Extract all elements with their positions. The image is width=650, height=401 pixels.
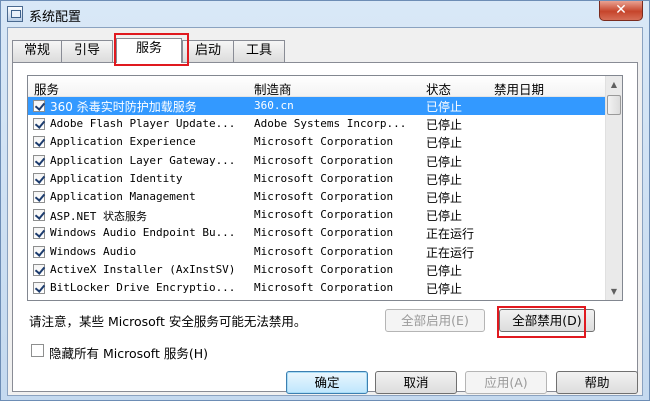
service-name: Application Experience bbox=[50, 135, 196, 149]
list-header: 服务 制造商 状态 禁用日期 bbox=[28, 76, 606, 97]
service-checkbox[interactable] bbox=[33, 190, 45, 203]
service-status: 已停止 bbox=[426, 154, 463, 169]
service-status: 正在运行 bbox=[426, 227, 475, 242]
service-checkbox[interactable] bbox=[33, 100, 45, 112]
security-notice: 请注意，某些 Microsoft 安全服务可能无法禁用。 bbox=[29, 314, 307, 329]
service-manufacturer: Microsoft Corporation bbox=[254, 244, 394, 258]
table-row[interactable]: Windows Audio Endpoint Bu... Microsoft Co… bbox=[28, 224, 606, 242]
title-bar: 系统配置 ✕ bbox=[1, 1, 649, 27]
table-row[interactable]: Application Identity Microsoft Corporatio… bbox=[28, 170, 606, 188]
service-name: BitLocker Drive Encryptio... bbox=[50, 280, 236, 294]
scroll-down-icon[interactable]: ▼ bbox=[606, 283, 622, 300]
table-row[interactable]: BitLocker Drive Encryptio... Microsoft Co… bbox=[28, 279, 606, 297]
scroll-up-icon[interactable]: ▲ bbox=[606, 76, 622, 93]
scroll-thumb[interactable] bbox=[607, 95, 621, 115]
tab-startup[interactable]: 启动 bbox=[182, 40, 234, 62]
service-name: 360 杀毒实时防护加载服务 bbox=[50, 100, 197, 114]
service-rows: 360 杀毒实时防护加载服务 360.cn 已停止 Adobe Flash Playe… bbox=[28, 97, 606, 297]
column-header-disable-date[interactable]: 禁用日期 bbox=[494, 79, 544, 98]
tab-boot[interactable]: 引导 bbox=[61, 40, 113, 62]
service-status: 已停止 bbox=[426, 281, 463, 296]
column-header-service[interactable]: 服务 bbox=[34, 79, 59, 98]
apply-button[interactable]: 应用(A) bbox=[465, 371, 547, 394]
service-status: 已停止 bbox=[426, 100, 463, 114]
hide-ms-services-label: 隐藏所有 Microsoft 服务(H) bbox=[49, 346, 208, 361]
column-header-manufacturer[interactable]: 制造商 bbox=[254, 79, 292, 98]
table-row[interactable]: Windows Audio Microsoft Corporation 正在运行 bbox=[28, 243, 606, 261]
service-checkbox[interactable] bbox=[33, 209, 45, 222]
service-checkbox[interactable] bbox=[33, 281, 45, 294]
tab-tools[interactable]: 工具 bbox=[233, 40, 285, 62]
help-button[interactable]: 帮助 bbox=[556, 371, 638, 394]
service-checkbox[interactable] bbox=[33, 154, 45, 167]
service-manufacturer: Microsoft Corporation bbox=[254, 135, 394, 149]
service-checkbox[interactable] bbox=[33, 227, 45, 240]
table-row[interactable]: Application Layer Gateway... Microsoft Co… bbox=[28, 152, 606, 170]
close-button[interactable]: ✕ bbox=[599, 1, 643, 21]
tab-general[interactable]: 常规 bbox=[12, 40, 62, 62]
service-status: 已停止 bbox=[426, 190, 463, 205]
ok-button[interactable]: 确定 bbox=[286, 371, 368, 394]
dialog-content: 常规 引导 服务 启动 工具 服务 制造商 状态 禁用日期 360 杀毒实时防护… bbox=[7, 27, 643, 396]
service-name: Adobe Flash Player Update... bbox=[50, 117, 236, 131]
service-name: Windows Audio bbox=[50, 244, 137, 258]
column-header-status[interactable]: 状态 bbox=[426, 79, 451, 98]
table-row[interactable]: 360 杀毒实时防护加载服务 360.cn 已停止 bbox=[28, 97, 606, 116]
service-status: 已停止 bbox=[426, 136, 463, 151]
service-manufacturer: 360.cn bbox=[254, 99, 294, 112]
service-name: Application Identity bbox=[50, 171, 183, 185]
services-list: 服务 制造商 状态 禁用日期 360 杀毒实时防护加载服务 360.cn 已停止 Ad… bbox=[27, 75, 623, 301]
service-checkbox[interactable] bbox=[33, 263, 45, 276]
tab-services[interactable]: 服务 bbox=[116, 38, 182, 63]
hide-ms-services-checkbox[interactable] bbox=[31, 344, 44, 357]
service-manufacturer: Microsoft Corporation bbox=[254, 153, 394, 167]
window-title: 系统配置 bbox=[29, 10, 82, 25]
service-name: ActiveX Installer (AxInstSV) bbox=[50, 262, 236, 276]
table-row[interactable]: ActiveX Installer (AxInstSV) Microsoft Co… bbox=[28, 261, 606, 279]
service-status: 已停止 bbox=[426, 263, 463, 278]
service-name: Application Layer Gateway... bbox=[50, 153, 236, 167]
service-status: 已停止 bbox=[426, 209, 463, 224]
service-manufacturer: Microsoft Corporation bbox=[254, 226, 394, 240]
enable-all-button[interactable]: 全部启用(E) bbox=[385, 309, 485, 332]
table-row[interactable]: Application Experience Microsoft Corporat… bbox=[28, 133, 606, 151]
service-manufacturer: Microsoft Corporation bbox=[254, 262, 394, 276]
service-checkbox[interactable] bbox=[33, 136, 45, 149]
msconfig-icon bbox=[7, 6, 23, 22]
service-manufacturer: Microsoft Corporation bbox=[254, 280, 394, 294]
service-name: Windows Audio Endpoint Bu... bbox=[50, 226, 236, 240]
services-panel: 服务 制造商 状态 禁用日期 360 杀毒实时防护加载服务 360.cn 已停止 Ad… bbox=[12, 62, 638, 392]
service-checkbox[interactable] bbox=[33, 172, 45, 185]
service-name: Application Management bbox=[50, 189, 196, 203]
service-manufacturer: Microsoft Corporation bbox=[254, 189, 394, 203]
service-name: ASP.NET 状态服务 bbox=[50, 210, 147, 224]
service-status: 已停止 bbox=[426, 118, 463, 133]
service-checkbox[interactable] bbox=[33, 245, 45, 258]
disable-all-button[interactable]: 全部禁用(D) bbox=[499, 309, 595, 332]
table-row[interactable]: Application Management Microsoft Corporat… bbox=[28, 188, 606, 206]
service-manufacturer: Microsoft Corporation bbox=[254, 208, 394, 222]
service-checkbox[interactable] bbox=[33, 118, 45, 131]
table-row[interactable]: Adobe Flash Player Update... Adobe System… bbox=[28, 115, 606, 133]
service-manufacturer: Adobe Systems Incorp... bbox=[254, 117, 407, 131]
system-config-window: 系统配置 ✕ 常规 引导 服务 启动 工具 服务 制造商 状态 禁用日期 360… bbox=[0, 0, 650, 401]
table-row[interactable]: ASP.NET 状态服务 Microsoft Corporation 已停止 bbox=[28, 206, 606, 224]
service-manufacturer: Microsoft Corporation bbox=[254, 171, 394, 185]
service-status: 正在运行 bbox=[426, 245, 475, 260]
service-status: 已停止 bbox=[426, 172, 463, 187]
vertical-scrollbar[interactable]: ▲ ▼ bbox=[605, 76, 622, 300]
cancel-button[interactable]: 取消 bbox=[375, 371, 457, 394]
